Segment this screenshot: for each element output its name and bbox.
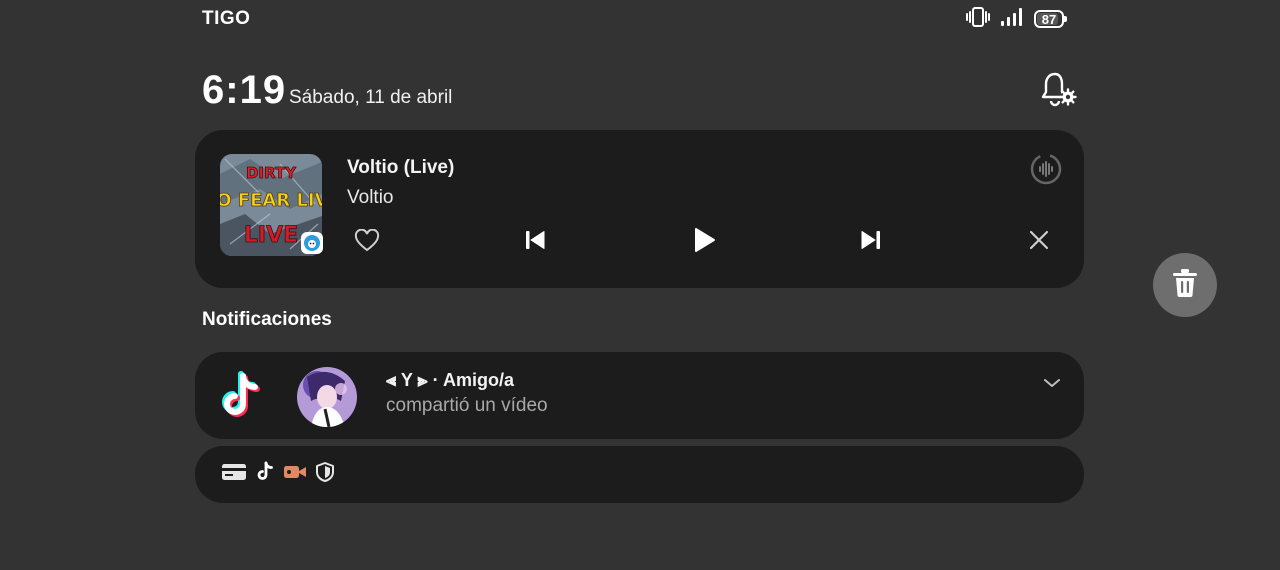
media-artist: Voltio	[347, 187, 394, 208]
tiktok-icon	[255, 461, 275, 488]
silent-notifications-card[interactable]	[195, 446, 1084, 503]
status-icons: 87	[966, 6, 1067, 33]
battery-level: 87	[1041, 11, 1057, 27]
media-title: Voltio (Live)	[347, 157, 455, 178]
notification-text: compartió un vídeo	[386, 395, 548, 416]
clear-all-trash-button[interactable]	[1153, 253, 1217, 317]
date-label: Sábado, 11 de abril	[289, 87, 453, 108]
battery-icon: 87	[1034, 10, 1067, 28]
svg-text:LIVE: LIVE	[244, 223, 298, 248]
music-app-badge-icon	[301, 232, 323, 254]
trash-icon	[1171, 268, 1199, 303]
notification-sender: ⫷ Y ⫸ · Amigo/a	[386, 370, 514, 390]
album-art-text: NO FEAR LIVE	[220, 190, 322, 211]
play-icon[interactable]	[689, 225, 719, 255]
media-player-card[interactable]: DIRTY NO FEAR LIVE LIVE Voltio (Live) Vo…	[195, 130, 1084, 288]
tiktok-app-icon	[213, 370, 267, 424]
carrier-name: TIGO	[202, 8, 251, 29]
clock-time: 6:19	[202, 68, 287, 112]
close-icon[interactable]	[1025, 226, 1053, 254]
next-icon[interactable]	[857, 226, 885, 254]
bell-settings-icon[interactable]	[1038, 70, 1078, 108]
notification-card-tiktok[interactable]: ⫷ Y ⫸ · Amigo/a compartió un vídeo	[195, 352, 1084, 439]
lock-screen-notification-shade: TIGO 87 6:19 Sábado, 11 de abril DIRTY O…	[0, 0, 1280, 570]
audio-output-icon[interactable]	[1029, 152, 1063, 186]
silent-notification-icons	[221, 461, 335, 487]
svg-text:DIRTY: DIRTY	[246, 164, 297, 182]
vibrate-icon	[966, 6, 990, 33]
chevron-down-icon[interactable]	[1039, 372, 1065, 394]
previous-icon[interactable]	[521, 226, 549, 254]
card-icon	[221, 462, 247, 487]
shield-icon	[315, 461, 335, 488]
sender-avatar	[297, 367, 357, 427]
signal-icon	[1000, 7, 1024, 32]
notifications-section-title: Notificaciones	[202, 309, 332, 330]
heart-icon[interactable]	[353, 227, 381, 255]
video-camera-icon	[283, 463, 307, 486]
